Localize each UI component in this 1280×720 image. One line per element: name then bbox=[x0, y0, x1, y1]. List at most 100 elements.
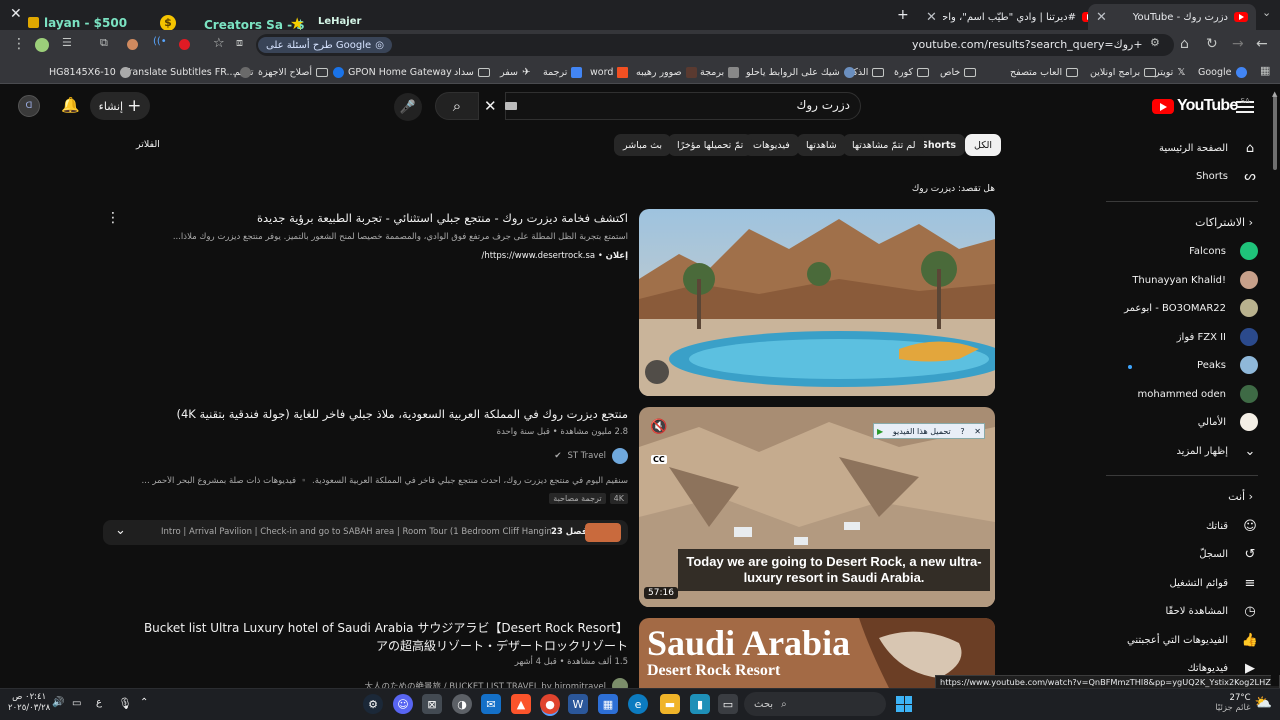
create-button[interactable]: + إنشاء bbox=[90, 92, 150, 120]
bookmark-folder[interactable]: خاص bbox=[940, 64, 977, 80]
bookmark-folder[interactable]: أصلاح الاجهزة bbox=[258, 64, 329, 80]
app-icon-blue[interactable]: ▮ bbox=[690, 694, 710, 714]
profile-icon[interactable] bbox=[35, 38, 49, 52]
back-icon[interactable]: ← bbox=[1256, 36, 1268, 52]
reload-icon[interactable]: ↻ bbox=[1206, 36, 1218, 52]
app-icon-gray[interactable]: ◑ bbox=[452, 694, 472, 714]
sidebar-item-subscription[interactable]: ابوعمر - BO3OMAR22 bbox=[1108, 298, 1258, 318]
language-indicator[interactable]: ع bbox=[96, 697, 102, 708]
sidebar-item-watch-later[interactable]: المشاهدة لاحقًا ◷ bbox=[1108, 601, 1258, 621]
result-title[interactable]: 【Desert Rock Resort】Bucket list Ultra Lu… bbox=[140, 619, 628, 655]
you-header[interactable]: أنت › bbox=[1120, 490, 1253, 503]
result-title[interactable]: منتجع ديزرت روك في المملكة العربية السعو… bbox=[140, 407, 628, 422]
notifications-icon[interactable]: 🔔 bbox=[61, 96, 80, 114]
chip-watched[interactable]: شاهدتها bbox=[797, 134, 846, 156]
discord-icon[interactable]: ☺ bbox=[393, 694, 413, 714]
bookmark-item[interactable]: برمجة bbox=[700, 64, 740, 80]
close-icon[interactable]: ✕ bbox=[926, 10, 937, 25]
sidebar-item-subscription[interactable]: Peaks bbox=[1108, 355, 1258, 375]
extension-icon[interactable]: ((• bbox=[153, 36, 167, 47]
clock[interactable]: ٠٢:٤١ ص ٢٠٢٥/٠٣/٢٨ bbox=[8, 692, 50, 714]
apps-icon[interactable]: ▦ bbox=[1260, 64, 1270, 77]
bookmark-item[interactable]: word bbox=[590, 64, 629, 80]
install-app-icon[interactable]: ⧈ bbox=[236, 36, 243, 50]
bookmark-item[interactable]: صوور رهيبه bbox=[636, 64, 697, 80]
sidebar-item-subscription[interactable]: فواز FZX II bbox=[1108, 327, 1258, 347]
chip-unwatched[interactable]: لم تتمّ مشاهدتها bbox=[843, 134, 925, 156]
site-settings-icon[interactable]: ⚙ bbox=[1150, 36, 1160, 49]
file-explorer-icon[interactable]: ▬ bbox=[660, 694, 680, 714]
chevron-down-icon[interactable]: ⌄ bbox=[115, 523, 126, 538]
avatar[interactable]: ᗡ bbox=[18, 95, 40, 117]
scrollbar-thumb[interactable] bbox=[1273, 96, 1277, 170]
bookmark-item[interactable]: ترجمة bbox=[543, 64, 583, 80]
sidebar-item-history[interactable]: السجلّ ↺ bbox=[1108, 544, 1258, 564]
bookmark-folder[interactable]: العاب متصفح bbox=[1010, 64, 1079, 80]
extension-icon[interactable]: ⧉ bbox=[100, 36, 108, 50]
tab-inactive[interactable]: #ديرتنا | وادي "طيّب اسم"، واحة سيا... ✕ bbox=[918, 4, 1104, 30]
bookmark-twitter[interactable]: تويتر 𝕏 bbox=[1155, 64, 1185, 80]
sidebar-item-your-channel[interactable]: قناتك ☺ bbox=[1108, 516, 1258, 536]
sidebar-item-subscription[interactable]: الأمالي bbox=[1108, 412, 1258, 432]
sidebar-item-subscription[interactable]: Falcons bbox=[1108, 241, 1258, 261]
chrome-icon[interactable]: ● bbox=[540, 694, 560, 714]
tab-search-icon[interactable]: ⌄ bbox=[1262, 6, 1271, 19]
weather-widget[interactable]: ⛅ 27°C غائم جزئيًا bbox=[1192, 693, 1272, 713]
bookmark-item[interactable]: شيك على الروابط ياحلو bbox=[746, 64, 855, 80]
voice-search-button[interactable]: 🎤 bbox=[394, 93, 422, 121]
volume-icon[interactable]: 🔊 bbox=[52, 697, 64, 708]
tray-overflow-icon[interactable]: ⌃ bbox=[140, 697, 148, 708]
bookmark-google[interactable]: Google bbox=[1198, 64, 1247, 80]
sidebar-item-playlists[interactable]: قوائم التشغيل ≡ bbox=[1108, 573, 1258, 593]
bookmark-folder[interactable]: برامج اونلاين bbox=[1090, 64, 1157, 80]
edge-icon[interactable]: e bbox=[628, 694, 648, 714]
scrollbar-track[interactable] bbox=[1271, 88, 1279, 686]
subscriptions-header[interactable]: الاشتراكات › bbox=[1120, 216, 1253, 229]
new-tab-button[interactable]: + bbox=[897, 7, 909, 23]
chip-live[interactable]: بث مباشر bbox=[614, 134, 672, 156]
help-icon[interactable]: ? bbox=[960, 427, 964, 436]
youtube-logo[interactable]: YouTube SA bbox=[1152, 97, 1250, 115]
close-window-button[interactable]: ✕ bbox=[10, 6, 22, 22]
bookmark-folder[interactable]: سداد bbox=[454, 64, 490, 80]
bookmark-folder[interactable]: كورة bbox=[894, 64, 929, 80]
bookmark-item[interactable]: HG8145X6-10 bbox=[49, 64, 131, 80]
more-options-icon[interactable]: ⋮ bbox=[106, 210, 120, 226]
google-ask-chip[interactable]: طرح أسئلة على Google ◎ bbox=[258, 37, 392, 53]
mail-icon[interactable]: ✉ bbox=[481, 694, 501, 714]
close-icon[interactable]: ✕ bbox=[974, 427, 981, 436]
app-icon-dark[interactable]: ⊠ bbox=[422, 694, 442, 714]
cc-badge[interactable]: CC bbox=[651, 455, 667, 464]
mic-tray-icon[interactable]: 🎙 bbox=[118, 697, 132, 710]
word-icon[interactable]: W bbox=[568, 694, 588, 714]
chip-recent[interactable]: تمّ تحميلها مؤخرًا bbox=[668, 134, 753, 156]
sidebar-item-subscription[interactable]: mohammed oden bbox=[1108, 384, 1258, 404]
sidebar-item-subscription[interactable]: Thunayyan Khalid! bbox=[1108, 270, 1258, 290]
bookmark-star-icon[interactable]: ☆ bbox=[213, 36, 225, 51]
download-video-bar[interactable]: ✕ ? تحميل هذا الفيديو ▶ bbox=[873, 423, 985, 439]
channel-row[interactable]: ST Travel ✔ bbox=[140, 448, 628, 464]
start-button[interactable] bbox=[896, 696, 912, 712]
clear-search-icon[interactable]: ✕ bbox=[484, 97, 497, 115]
extension-icon[interactable]: ☰ bbox=[62, 36, 72, 49]
result-title[interactable]: اكتشف فخامة ديزرت روك - منتجع جبلي استثن… bbox=[140, 211, 628, 226]
chip-videos[interactable]: فيديوهات bbox=[744, 134, 799, 156]
taskbar-search[interactable]: ⌕ بحث bbox=[744, 692, 886, 716]
tab-active[interactable]: دزرت روك - YouTube ✕ bbox=[1088, 4, 1256, 30]
extension-icon[interactable] bbox=[127, 39, 138, 50]
task-view-icon[interactable]: ▭ bbox=[718, 694, 738, 714]
filters-button[interactable]: الفلاتر bbox=[136, 139, 160, 150]
ad-thumbnail[interactable] bbox=[639, 209, 995, 396]
keyboard-icon[interactable] bbox=[505, 102, 517, 110]
ad-line[interactable]: إعلان • https://www.desertrock.sa/ bbox=[140, 251, 628, 261]
search-button[interactable]: ⌕ bbox=[435, 92, 479, 120]
close-icon[interactable]: ✕ bbox=[1096, 10, 1107, 25]
chip-all[interactable]: الكل bbox=[965, 134, 1001, 156]
home-icon[interactable]: ⌂ bbox=[1180, 36, 1189, 52]
mute-icon[interactable]: 🔇 bbox=[650, 419, 667, 435]
menu-icon[interactable]: ⋮ bbox=[12, 36, 26, 52]
search-query[interactable]: دزرت روك bbox=[600, 98, 850, 112]
sidebar-item-shorts[interactable]: Shorts ᔕ bbox=[1108, 166, 1258, 186]
store-icon[interactable]: ▦ bbox=[598, 694, 618, 714]
url-text[interactable]: youtube.com/results?search_query=دزرت+رو… bbox=[912, 38, 1142, 51]
